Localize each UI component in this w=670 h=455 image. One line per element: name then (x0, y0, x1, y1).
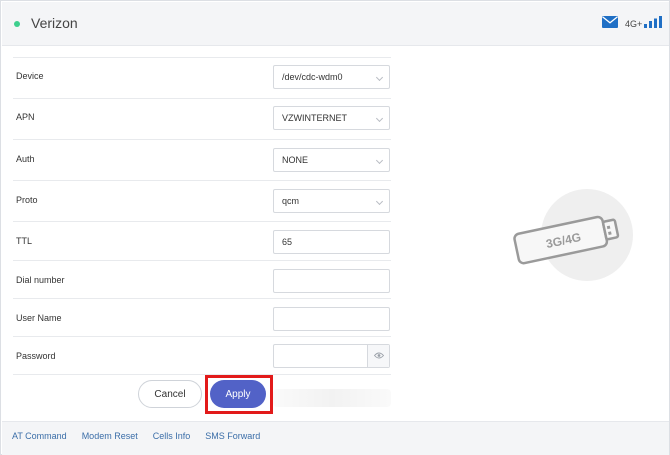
form-row-proto: Proto qcm (13, 180, 391, 221)
apn-select-value: VZWINTERNET (282, 113, 347, 123)
password-input-field[interactable] (274, 345, 369, 367)
device-select[interactable]: /dev/cdc-wdm0 (273, 65, 390, 89)
device-select-value: /dev/cdc-wdm0 (282, 72, 343, 82)
cancel-button[interactable]: Cancel (138, 380, 202, 408)
password-label: Password (16, 351, 56, 361)
footer-links: AT Command Modem Reset Cells Info SMS Fo… (12, 431, 275, 441)
header-bar: Verizon 4G+ (2, 2, 669, 46)
auth-label: Auth (16, 154, 35, 164)
proto-select-value: qcm (282, 196, 300, 206)
footer-bar: AT Command Modem Reset Cells Info SMS Fo… (2, 421, 669, 455)
form-row-apn: APN VZWINTERNET (13, 98, 391, 139)
apn-label: APN (16, 112, 35, 122)
proto-select[interactable]: qcm (273, 189, 390, 213)
username-input-field[interactable] (282, 308, 381, 330)
proto-label: Proto (16, 195, 38, 205)
dial-number-label: Dial number (16, 275, 65, 285)
ttl-input-field[interactable] (282, 231, 381, 253)
cells-info-link[interactable]: Cells Info (153, 431, 191, 441)
username-label: User Name (16, 313, 62, 323)
modem-reset-link[interactable]: Modem Reset (82, 431, 138, 441)
auth-select[interactable]: NONE (273, 148, 390, 172)
show-password-button[interactable] (367, 345, 389, 367)
modem-settings-window: Verizon 4G+ Device /dev/cdc-wdm0 APN VZW… (0, 0, 670, 455)
signal-bars-icon (644, 16, 662, 28)
password-input[interactable] (273, 344, 390, 368)
username-input[interactable] (273, 307, 390, 331)
form-row-username: User Name (13, 298, 391, 339)
eye-icon (374, 352, 384, 359)
dial-number-input-field[interactable] (282, 270, 381, 292)
apn-select[interactable]: VZWINTERNET (273, 106, 390, 130)
network-type-badge: 4G+ (625, 19, 643, 29)
form-row-device: Device /dev/cdc-wdm0 (13, 57, 391, 98)
form-bottom-divider (13, 374, 391, 375)
form-row-ttl: TTL (13, 221, 391, 262)
dial-number-input[interactable] (273, 269, 390, 293)
carrier-name: Verizon (31, 15, 78, 31)
apply-highlight-box (205, 375, 273, 414)
connection-status-dot (14, 21, 20, 27)
auth-select-value: NONE (282, 155, 309, 165)
form-row-dial-number: Dial number (13, 260, 391, 301)
device-label: Device (16, 71, 44, 81)
at-command-link[interactable]: AT Command (12, 431, 67, 441)
mail-icon[interactable] (602, 16, 618, 28)
form-row-auth: Auth NONE (13, 139, 391, 180)
form-row-password: Password (13, 336, 391, 377)
ttl-input[interactable] (273, 230, 390, 254)
usb-modem-icon: 3G/4G (513, 189, 633, 281)
button-shadow (273, 389, 391, 407)
sms-forward-link[interactable]: SMS Forward (205, 431, 260, 441)
ttl-label: TTL (16, 236, 33, 246)
